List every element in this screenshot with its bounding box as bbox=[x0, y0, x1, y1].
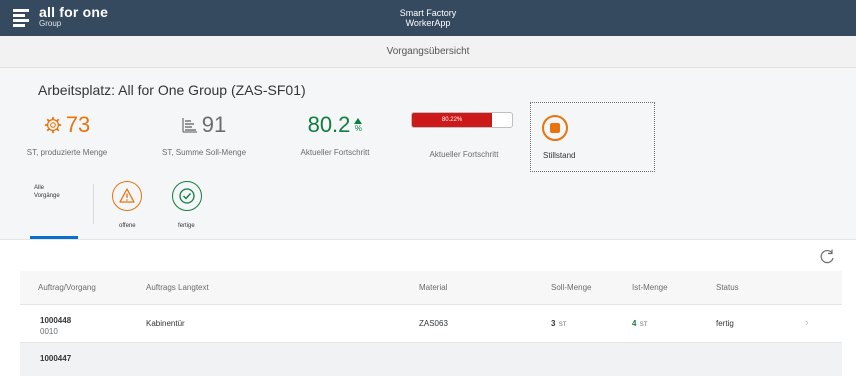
kpi-label: Aktueller Fortschritt bbox=[429, 150, 499, 159]
table-header: Auftrag/Vorgang Auftrags Langtext Materi… bbox=[20, 271, 842, 305]
icon-tab-bar: Alle Vorgänge offene fertige bbox=[0, 178, 856, 239]
kpi-current-progress: 80.2 % Aktueller Fortschritt bbox=[276, 110, 394, 157]
app-title-line1: Smart Factory bbox=[399, 8, 457, 18]
trend-up-indicator: % bbox=[354, 117, 363, 133]
column-header-order[interactable]: Auftrag/Vorgang bbox=[38, 271, 96, 305]
actual-quantity-value: 4 bbox=[632, 319, 637, 328]
shell-bar: all for one Group Smart Factory WorkerAp… bbox=[0, 0, 856, 36]
refresh-icon[interactable] bbox=[818, 248, 836, 266]
longtext-cell: Kabinentür bbox=[146, 319, 185, 328]
kpi-produced-quantity: 73 ST, produzierte Menge bbox=[0, 110, 134, 157]
order-cell: 1000448 0010 bbox=[40, 315, 71, 337]
kpi-label: ST, Summe Soll-Menge bbox=[161, 148, 247, 157]
tab-open-operations[interactable] bbox=[112, 181, 142, 211]
column-header-actual-quantity[interactable]: Ist-Menge bbox=[632, 271, 668, 305]
table-row[interactable]: 1000448 0010 Kabinentür ZAS063 3 ST 4 ST… bbox=[20, 305, 842, 343]
tab-finished-operations[interactable] bbox=[172, 181, 202, 211]
kpi-label: Aktueller Fortschritt bbox=[300, 148, 370, 157]
kpi-target-quantity: 91 ST, Summe Soll-Menge bbox=[144, 110, 264, 157]
order-cell: 1000447 bbox=[40, 353, 71, 364]
page-title: Vorgangsübersicht bbox=[0, 36, 856, 68]
tab-separator bbox=[93, 184, 94, 224]
target-quantity-value: 3 bbox=[551, 319, 556, 328]
downtime-label: Stillstand bbox=[543, 151, 576, 160]
progress-bar: 80.22% bbox=[411, 112, 513, 128]
tab-selected-indicator bbox=[30, 236, 78, 239]
order-number: 1000447 bbox=[40, 354, 72, 363]
column-header-status[interactable]: Status bbox=[716, 271, 739, 305]
table-row[interactable]: 1000447 bbox=[20, 343, 842, 376]
kpi-value: 91 bbox=[201, 112, 227, 137]
app-title: Smart Factory WorkerApp bbox=[0, 8, 856, 28]
tab-label: Alle bbox=[34, 185, 45, 191]
warning-icon bbox=[119, 188, 135, 203]
actual-quantity-unit: ST bbox=[639, 322, 648, 328]
column-header-material[interactable]: Material bbox=[419, 271, 447, 305]
arrow-up-icon bbox=[354, 117, 363, 124]
tab-label: Vorgänge bbox=[34, 193, 60, 199]
downtime-tile[interactable]: Stillstand bbox=[530, 102, 655, 172]
tab-finished-label: fertige bbox=[178, 223, 195, 229]
bar-list-icon bbox=[182, 118, 197, 133]
column-header-longtext[interactable]: Auftrags Langtext bbox=[146, 271, 209, 305]
tab-all-operations[interactable]: Alle Vorgänge bbox=[34, 184, 74, 200]
kpi-value: 80.2 bbox=[307, 112, 351, 137]
operation-number: 0010 bbox=[40, 327, 58, 336]
kpi-unit: % bbox=[354, 123, 362, 133]
object-header: Arbeitsplatz: All for One Group (ZAS-SF0… bbox=[0, 68, 856, 240]
chevron-right-icon: › bbox=[805, 317, 809, 329]
status-cell: fertig bbox=[716, 319, 734, 328]
check-circle-icon bbox=[179, 188, 195, 204]
kpi-value: 73 bbox=[65, 112, 91, 137]
app-title-line2: WorkerApp bbox=[405, 18, 451, 28]
gear-icon bbox=[44, 116, 61, 134]
order-number: 1000448 bbox=[40, 316, 72, 325]
workplace-title: Arbeitsplatz: All for One Group (ZAS-SF0… bbox=[38, 82, 306, 98]
actual-quantity-cell: 4 ST bbox=[632, 319, 647, 328]
target-quantity-unit: ST bbox=[558, 322, 567, 328]
progress-bar-fill: 80.22% bbox=[412, 113, 493, 127]
column-header-target-quantity[interactable]: Soll-Menge bbox=[551, 271, 591, 305]
stop-icon bbox=[542, 115, 568, 141]
material-cell: ZAS063 bbox=[419, 319, 448, 328]
tab-open-label: offene bbox=[119, 223, 136, 229]
target-quantity-cell: 3 ST bbox=[551, 319, 566, 328]
kpi-label: ST, produzierte Menge bbox=[26, 148, 108, 157]
